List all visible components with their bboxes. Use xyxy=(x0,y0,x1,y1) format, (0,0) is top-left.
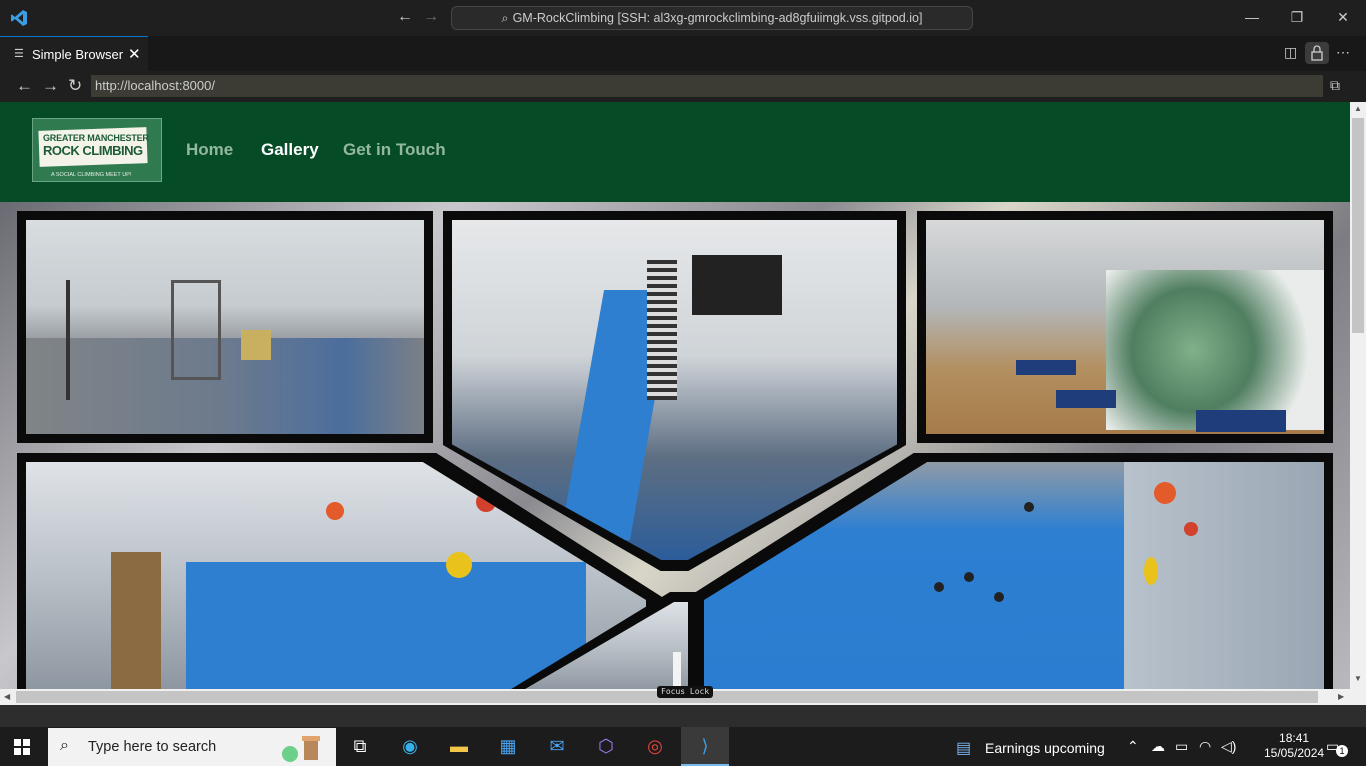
climber xyxy=(994,592,1004,602)
edge-icon[interactable]: ◉ xyxy=(386,727,434,766)
browser-back-icon[interactable]: ← xyxy=(16,76,33,96)
nav-home[interactable]: Home xyxy=(186,140,233,160)
ceiling-light xyxy=(673,652,681,689)
lock-icon xyxy=(1311,45,1323,61)
site-logo[interactable]: GREATER MANCHESTER ROCK CLIMBING A SOCIA… xyxy=(32,118,162,182)
climbing-hold xyxy=(1144,557,1158,585)
gallery-collage xyxy=(0,202,1350,689)
simple-browser-toolbar: ← → ↻ ⧉ xyxy=(0,71,1366,102)
windows-taskbar: ⌕ Type here to search ⧉ ◉ ▬ ▦ ✉ ⬡ ◎ ⟩ ▤ … xyxy=(0,727,1366,766)
search-highlight-illustration-icon xyxy=(282,736,320,762)
floor-mat xyxy=(1056,390,1116,408)
site-header: GREATER MANCHESTER ROCK CLIMBING A SOCIA… xyxy=(0,102,1350,202)
wifi-icon[interactable]: ◠ xyxy=(1199,738,1211,755)
browser-reload-icon[interactable]: ↻ xyxy=(68,76,82,96)
command-center-label: GM-RockClimbing [SSH: al3xg-gmrockclimbi… xyxy=(512,11,923,25)
wall-banner xyxy=(692,255,782,315)
scroll-left-icon[interactable]: ◀ xyxy=(4,692,10,701)
copilot-icon[interactable]: ⬡ xyxy=(582,727,630,766)
logo-tagline: A SOCIAL CLIMBING MEET UP! xyxy=(51,172,132,178)
crash-mat xyxy=(186,562,586,689)
gallery-photo-gym[interactable] xyxy=(26,220,424,434)
tab-simple-browser[interactable]: ☰ Simple Browser ✕ xyxy=(0,36,148,71)
climbing-hold xyxy=(446,552,472,578)
gym-floor xyxy=(26,337,424,434)
clock-date: 15/05/2024 xyxy=(1264,746,1325,760)
news-widget-text[interactable]: Earnings upcoming xyxy=(985,740,1105,756)
go-back-icon[interactable]: ← xyxy=(397,8,413,26)
restore-button[interactable]: ❐ xyxy=(1274,6,1320,30)
climbing-hold xyxy=(1184,522,1198,536)
gym-rack xyxy=(66,280,70,400)
battery-icon[interactable]: ▭ xyxy=(1175,738,1188,755)
search-icon: ⌕ xyxy=(501,11,509,25)
web-page-viewport: GREATER MANCHESTER ROCK CLIMBING A SOCIA… xyxy=(0,102,1350,689)
system-clock[interactable]: 18:41 15/05/2024 xyxy=(1264,731,1324,761)
browser-forward-icon[interactable]: → xyxy=(42,76,59,96)
editor-tab-bar: ☰ Simple Browser ✕ ◫ ⋯ xyxy=(0,36,1366,71)
clock-time: 18:41 xyxy=(1279,731,1310,745)
vscode-logo-icon xyxy=(11,10,27,26)
scroll-up-icon[interactable]: ▲ xyxy=(1354,104,1362,113)
focus-lock-indicator: Focus Lock xyxy=(657,686,714,698)
open-in-browser-icon[interactable]: ⧉ xyxy=(1330,77,1340,94)
close-window-button[interactable]: ✕ xyxy=(1320,6,1366,30)
search-placeholder: Type here to search xyxy=(88,739,217,755)
mail-icon[interactable]: ✉ xyxy=(533,727,581,766)
staircase xyxy=(647,260,677,400)
volume-icon[interactable]: ◁) xyxy=(1221,738,1236,755)
tab-close-icon[interactable]: ✕ xyxy=(128,45,141,63)
notification-count-badge: 1 xyxy=(1336,745,1348,757)
logo-line-2: ROCK CLIMBING xyxy=(43,143,143,158)
minimize-button[interactable]: — xyxy=(1229,6,1275,30)
search-icon: ⌕ xyxy=(60,737,69,754)
climber xyxy=(934,582,944,592)
floor-mat xyxy=(1016,360,1076,375)
scroll-right-icon[interactable]: ▶ xyxy=(1338,692,1344,701)
scroll-down-icon[interactable]: ▼ xyxy=(1354,674,1362,683)
lock-group-button[interactable] xyxy=(1305,42,1329,64)
onedrive-icon[interactable]: ☁ xyxy=(1151,738,1165,755)
floor-mat xyxy=(1196,410,1286,432)
title-bar: ← → ⌕ GM-RockClimbing [SSH: al3xg-gmrockc… xyxy=(0,0,1366,36)
climber xyxy=(964,572,974,582)
taskbar-search[interactable]: ⌕ Type here to search xyxy=(48,728,336,766)
more-actions-icon[interactable]: ⋯ xyxy=(1336,44,1350,61)
split-editor-icon[interactable]: ◫ xyxy=(1284,44,1297,61)
climber xyxy=(1024,502,1034,512)
page-vertical-scrollbar[interactable]: ▲ ▼ xyxy=(1350,102,1366,689)
store-icon[interactable]: ▦ xyxy=(484,727,532,766)
go-forward-icon[interactable]: → xyxy=(423,8,439,26)
tab-label: Simple Browser xyxy=(32,47,124,62)
task-view-icon[interactable]: ⧉ xyxy=(336,727,384,766)
climbing-hold xyxy=(326,502,344,520)
gallery-photo-dragon-mural[interactable] xyxy=(926,220,1324,434)
windows-start-icon[interactable] xyxy=(14,739,30,755)
url-input[interactable] xyxy=(91,75,1323,97)
nav-get-in-touch[interactable]: Get in Touch xyxy=(343,140,446,160)
wooden-railing xyxy=(111,552,161,689)
logo-line-1: GREATER MANCHESTER xyxy=(43,133,149,143)
climbing-hold xyxy=(1154,482,1176,504)
gym-bench xyxy=(241,330,271,360)
gym-frame xyxy=(171,280,221,380)
status-gap xyxy=(0,705,1366,727)
scrollbar-corner xyxy=(1350,689,1366,705)
vertical-scroll-thumb[interactable] xyxy=(1352,118,1364,333)
command-center-search[interactable]: ⌕ GM-RockClimbing [SSH: al3xg-gmrockclimb… xyxy=(451,6,973,30)
preview-icon: ☰ xyxy=(14,48,24,60)
dragon-mural xyxy=(1106,270,1324,430)
show-hidden-icons-icon[interactable]: ⌃ xyxy=(1127,738,1139,755)
file-explorer-icon[interactable]: ▬ xyxy=(435,727,483,766)
news-widget-icon[interactable]: ▤ xyxy=(956,738,971,758)
nav-gallery[interactable]: Gallery xyxy=(261,140,319,160)
vscode-taskbar-icon[interactable]: ⟩ xyxy=(681,727,729,766)
chrome-icon[interactable]: ◎ xyxy=(631,727,679,766)
